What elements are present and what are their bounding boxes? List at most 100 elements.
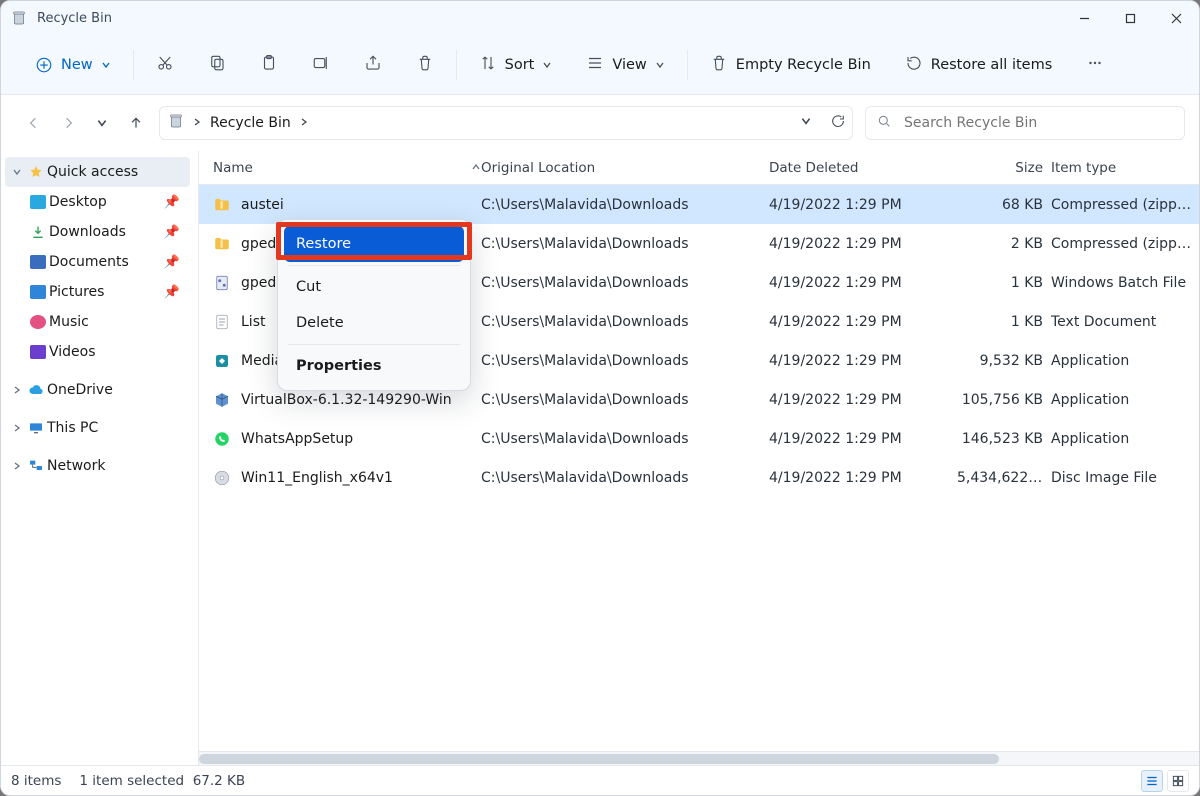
column-header-name[interactable]: Name xyxy=(213,160,481,176)
view-button[interactable]: View xyxy=(578,47,672,83)
sidebar-item-quick-access[interactable]: Quick access xyxy=(5,157,190,187)
address-dropdown-button[interactable] xyxy=(800,115,812,131)
file-date: 4/19/2022 1:29 PM xyxy=(769,431,957,447)
column-header-location[interactable]: Original Location xyxy=(481,160,769,176)
horizontal-scrollbar[interactable] xyxy=(199,751,1199,765)
sidebar-item-network[interactable]: Network xyxy=(5,451,190,481)
file-size: 1 KB xyxy=(957,275,1051,291)
file-icon xyxy=(213,391,231,409)
column-header-type[interactable]: Item type xyxy=(1051,160,1199,176)
search-icon xyxy=(876,113,892,133)
context-menu-delete[interactable]: Delete xyxy=(284,305,464,341)
maximize-button[interactable] xyxy=(1107,1,1153,35)
sidebar-item-label: Quick access xyxy=(47,164,138,180)
chevron-right-icon xyxy=(192,115,202,131)
search-box[interactable] xyxy=(865,106,1185,140)
share-icon xyxy=(364,54,382,76)
star-icon xyxy=(25,164,47,180)
context-menu-label: Cut xyxy=(296,279,321,295)
chevron-down-icon xyxy=(9,167,25,177)
file-name: austei xyxy=(241,197,284,213)
file-name: gpedi xyxy=(241,275,280,291)
status-item-count: 8 items xyxy=(11,773,61,789)
context-menu-separator xyxy=(288,265,460,266)
restore-all-button[interactable]: Restore all items xyxy=(897,47,1061,83)
address-bar[interactable]: Recycle Bin xyxy=(159,106,853,140)
nav-forward-button[interactable] xyxy=(59,114,77,132)
sidebar-item-videos[interactable]: Videos xyxy=(5,337,190,367)
context-menu-restore[interactable]: Restore xyxy=(284,226,464,262)
file-date: 4/19/2022 1:29 PM xyxy=(769,470,957,486)
file-date: 4/19/2022 1:29 PM xyxy=(769,353,957,369)
sidebar-item-downloads[interactable]: Downloads 📌 xyxy=(5,217,190,247)
file-name: Win11_English_x64v1 xyxy=(241,470,393,486)
file-icon xyxy=(213,430,231,448)
context-menu-label: Restore xyxy=(296,236,351,252)
paste-button[interactable] xyxy=(252,47,286,83)
sidebar-item-onedrive[interactable]: OneDrive xyxy=(5,375,190,405)
context-menu-label: Properties xyxy=(296,358,381,374)
restore-all-label: Restore all items xyxy=(931,57,1053,73)
cut-button[interactable] xyxy=(148,47,182,83)
empty-recycle-bin-button[interactable]: Empty Recycle Bin xyxy=(702,47,879,83)
breadcrumb-label: Recycle Bin xyxy=(210,115,291,131)
sidebar-item-label: Downloads xyxy=(49,224,126,240)
file-location: C:\Users\Malavida\Downloads xyxy=(481,197,769,213)
file-icon xyxy=(213,196,231,214)
close-button[interactable] xyxy=(1153,1,1199,35)
sidebar-item-pictures[interactable]: Pictures 📌 xyxy=(5,277,190,307)
file-size: 1 KB xyxy=(957,314,1051,330)
delete-button[interactable] xyxy=(408,47,442,83)
file-date: 4/19/2022 1:29 PM xyxy=(769,236,957,252)
scissors-icon xyxy=(156,54,174,76)
file-location: C:\Users\Malavida\Downloads xyxy=(481,392,769,408)
sort-button[interactable]: Sort xyxy=(471,47,561,83)
sidebar-item-label: Network xyxy=(47,458,105,474)
file-type: Compressed (zipp… xyxy=(1051,197,1199,213)
sidebar-item-label: OneDrive xyxy=(47,382,113,398)
table-row[interactable]: WhatsAppSetupC:\Users\Malavida\Downloads… xyxy=(199,419,1199,458)
file-location: C:\Users\Malavida\Downloads xyxy=(481,236,769,252)
minimize-button[interactable] xyxy=(1061,1,1107,35)
context-menu-cut[interactable]: Cut xyxy=(284,269,464,305)
sort-asc-icon xyxy=(471,160,481,176)
more-button[interactable] xyxy=(1078,47,1112,83)
chevron-right-icon xyxy=(9,461,25,471)
copy-button[interactable] xyxy=(200,47,234,83)
nav-recent-button[interactable] xyxy=(93,114,111,132)
file-type: Application xyxy=(1051,431,1199,447)
sidebar-item-desktop[interactable]: Desktop 📌 xyxy=(5,187,190,217)
nav-back-button[interactable] xyxy=(25,114,43,132)
column-headers: Name Original Location Date Deleted Size… xyxy=(199,151,1199,185)
column-header-size[interactable]: Size xyxy=(957,160,1051,176)
file-location: C:\Users\Malavida\Downloads xyxy=(481,314,769,330)
scrollbar-thumb[interactable] xyxy=(199,754,999,764)
breadcrumb[interactable]: Recycle Bin xyxy=(210,115,291,131)
file-name: gpedi xyxy=(241,236,280,252)
view-mode-details-button[interactable] xyxy=(1141,770,1163,792)
refresh-button[interactable] xyxy=(830,113,846,133)
desktop-icon xyxy=(27,195,49,209)
file-name: VirtualBox-6.1.32-149290-Win xyxy=(241,392,452,408)
file-name: WhatsAppSetup xyxy=(241,431,353,447)
sidebar-item-music[interactable]: Music xyxy=(5,307,190,337)
search-input[interactable] xyxy=(902,114,1174,132)
sidebar: Quick access Desktop 📌 Downloads 📌 Docum… xyxy=(1,151,199,765)
column-header-date[interactable]: Date Deleted xyxy=(769,160,957,176)
rename-button[interactable] xyxy=(304,47,338,83)
status-bar: 8 items 1 item selected 67.2 KB xyxy=(1,765,1199,795)
new-button[interactable]: New xyxy=(27,49,119,81)
file-size: 146,523 KB xyxy=(957,431,1051,447)
file-size: 68 KB xyxy=(957,197,1051,213)
window-controls xyxy=(1061,1,1199,35)
recycle-bin-icon xyxy=(11,10,27,26)
file-icon xyxy=(213,469,231,487)
view-mode-thumbnails-button[interactable] xyxy=(1167,770,1189,792)
sidebar-item-documents[interactable]: Documents 📌 xyxy=(5,247,190,277)
nav-up-button[interactable] xyxy=(127,114,145,132)
context-menu-properties[interactable]: Properties xyxy=(284,348,464,384)
sidebar-item-this-pc[interactable]: This PC xyxy=(5,413,190,443)
table-row[interactable]: Win11_English_x64v1C:\Users\Malavida\Dow… xyxy=(199,458,1199,497)
share-button[interactable] xyxy=(356,47,390,83)
file-date: 4/19/2022 1:29 PM xyxy=(769,392,957,408)
